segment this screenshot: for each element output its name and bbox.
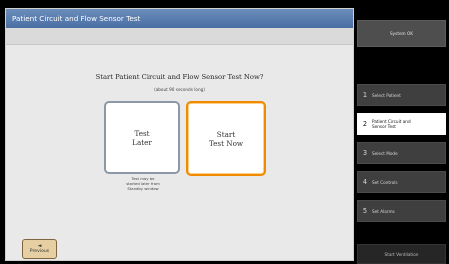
test-later-label: Test Later	[132, 128, 152, 147]
start-test-now-label: Start Test Now	[208, 129, 244, 148]
system-status-indicator: System OK	[357, 20, 446, 47]
step-label: Select Mode	[372, 150, 398, 156]
workflow-sidebar: System OK 1 Select Patient 2 Patient Cir…	[355, 8, 449, 264]
previous-button[interactable]: ◄ Previous	[22, 239, 57, 259]
sub-header-bar	[6, 28, 353, 45]
step-set-alarms[interactable]: 5 Set Alarms	[357, 200, 446, 222]
main-panel: Patient Circuit and Flow Sensor Test Sta…	[5, 8, 354, 261]
start-test-now-button[interactable]: Start Test Now	[186, 101, 266, 176]
step-number: 5	[362, 207, 368, 215]
step-number: 1	[362, 91, 368, 99]
previous-label: Previous	[29, 248, 50, 254]
step-number: 3	[362, 149, 368, 157]
start-ventilation-button[interactable]: Start Ventilation	[357, 244, 446, 264]
step-select-patient[interactable]: 1 Select Patient	[357, 84, 446, 106]
step-label: Set Controls	[372, 179, 398, 185]
step-patient-circuit-test[interactable]: 2 Patient Circuit and Sensor Test	[357, 113, 446, 135]
step-number: 4	[362, 178, 368, 186]
test-later-button[interactable]: Test Later	[104, 101, 180, 174]
step-label: Select Patient	[372, 92, 401, 98]
step-number: 2	[362, 120, 368, 128]
test-question: Start Patient Circuit and Flow Sensor Te…	[95, 73, 264, 81]
test-later-note: Test may be started later from Standby w…	[126, 176, 160, 191]
page-title: Patient Circuit and Flow Sensor Test	[6, 9, 353, 28]
test-duration: (about 90 seconds long)	[154, 87, 205, 92]
step-set-controls[interactable]: 4 Set Controls	[357, 171, 446, 193]
step-label: Set Alarms	[372, 208, 395, 214]
step-select-mode[interactable]: 3 Select Mode	[357, 142, 446, 164]
step-label: Patient Circuit and Sensor Test	[372, 119, 411, 129]
